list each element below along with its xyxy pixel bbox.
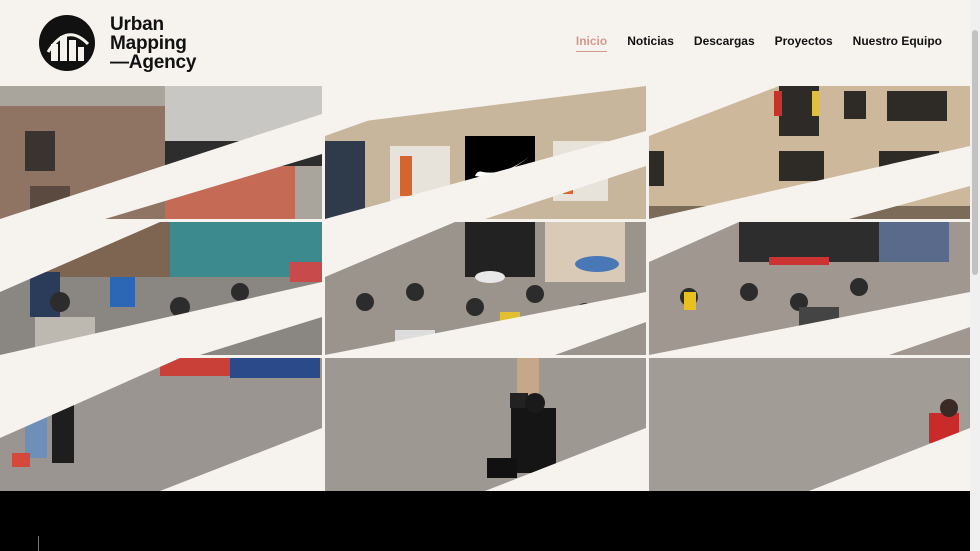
market-stalls-image bbox=[0, 222, 322, 355]
footer-band bbox=[0, 491, 980, 551]
brand-line-1: Urban bbox=[110, 13, 164, 35]
gallery-tile[interactable] bbox=[325, 358, 646, 491]
gallery-tile[interactable] bbox=[649, 86, 970, 219]
nav-item-noticias[interactable]: Noticias bbox=[627, 34, 674, 52]
gallery-tile[interactable] bbox=[325, 86, 646, 219]
nike-building-image bbox=[325, 86, 646, 219]
people-walking-image bbox=[325, 358, 646, 491]
main-nav: Inicio Noticias Descargas Proyectos Nues… bbox=[575, 34, 942, 52]
footer-divider bbox=[38, 536, 39, 551]
brand-line-3: —Agency bbox=[110, 51, 197, 73]
gallery-tile[interactable] bbox=[649, 222, 970, 355]
nav-item-proyectos[interactable]: Proyectos bbox=[775, 34, 833, 52]
page-scrollbar[interactable] bbox=[970, 0, 980, 551]
crowded-plaza-image bbox=[325, 222, 646, 355]
photo-mosaic-gallery bbox=[0, 86, 970, 491]
nav-item-inicio[interactable]: Inicio bbox=[575, 34, 608, 52]
gallery-tile[interactable] bbox=[649, 358, 970, 491]
plaza-vendors-image bbox=[649, 222, 970, 355]
brand-logo[interactable]: Urban Mapping —Agency bbox=[38, 14, 196, 72]
gallery-tile[interactable] bbox=[0, 358, 322, 491]
nav-item-nuestro-equipo[interactable]: Nuestro Equipo bbox=[853, 34, 942, 52]
brand-wordmark: Urban Mapping —Agency bbox=[110, 15, 196, 72]
gallery-tile[interactable] bbox=[325, 222, 646, 355]
gallery-tile[interactable] bbox=[0, 222, 322, 355]
brand-line-2: Mapping bbox=[110, 32, 187, 54]
city-skyline-icon bbox=[39, 15, 95, 71]
empty-plaza-image bbox=[649, 358, 970, 491]
street-scene-image bbox=[0, 86, 322, 219]
pedestrians-image bbox=[0, 358, 322, 491]
scrollbar-thumb[interactable] bbox=[972, 30, 978, 275]
nav-item-descargas[interactable]: Descargas bbox=[694, 34, 755, 52]
gallery-tile[interactable] bbox=[0, 86, 322, 219]
flags-building-image bbox=[649, 86, 970, 219]
site-header: Urban Mapping —Agency Inicio Noticias De… bbox=[0, 0, 980, 86]
